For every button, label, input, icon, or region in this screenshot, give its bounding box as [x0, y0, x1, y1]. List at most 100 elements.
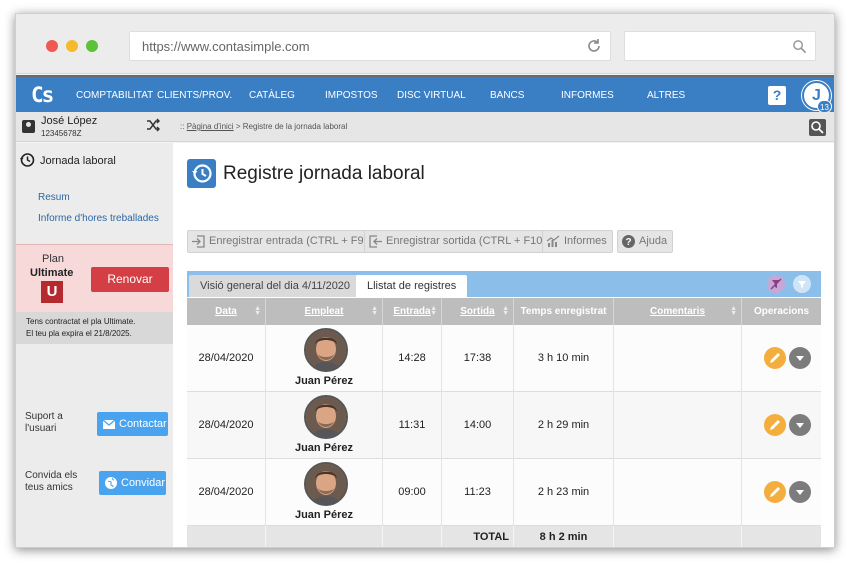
contact-button[interactable]: Contactar: [97, 412, 168, 436]
sidebar-link-resum[interactable]: Resum: [38, 192, 70, 203]
column-label: Empleat: [304, 306, 344, 317]
invite-label-line2: teus amics: [25, 482, 73, 493]
plan-label: Plan: [42, 253, 65, 265]
global-search-button[interactable]: [809, 119, 826, 136]
nav-item-impostos[interactable]: IMPOSTOS: [325, 90, 378, 101]
cell-employee[interactable]: Juan Pérez: [266, 325, 383, 392]
column-header-date[interactable]: Data ▲ ▼: [187, 298, 266, 325]
breadcrumb: :: Pàgina d'inici > Registre de la jorna…: [180, 122, 347, 131]
filter-icon[interactable]: [793, 275, 811, 293]
nav-item-disc-virtual[interactable]: DISC VIRTUAL: [397, 90, 466, 101]
sort-arrows-icon: ▲ ▼: [502, 305, 509, 317]
clock-in-button[interactable]: Enregistrar entrada (CTRL + F9): [187, 230, 374, 253]
cell-entrada-text: 11:31: [398, 419, 426, 431]
column-header-comments[interactable]: Comentaris ▲ ▼: [614, 298, 742, 325]
total-empty-cell: [266, 526, 383, 547]
user-name: José López: [41, 115, 98, 127]
breadcrumb-home-link[interactable]: Pàgina d'inici: [187, 122, 234, 131]
cell-sortida: 17:38: [442, 325, 514, 392]
renew-button[interactable]: Renovar: [91, 267, 169, 292]
minimize-window-button[interactable]: [66, 40, 78, 52]
total-empty-cell: [383, 526, 442, 547]
clear-filter-icon[interactable]: [767, 275, 785, 293]
more-options-icon[interactable]: [789, 481, 811, 503]
employee-name: Juan Pérez: [294, 442, 354, 454]
cell-entrada-text: 09:00: [398, 486, 426, 498]
records-table: Data ▲ ▼ Empleat ▲ ▼ Entrada ▲ ▼ Sortida ▲ ▼ Tem…: [187, 298, 821, 547]
more-options-icon[interactable]: [789, 414, 811, 436]
tab-records-list[interactable]: Llistat de registres: [356, 275, 468, 297]
cell-date: 28/04/2020: [187, 325, 266, 392]
employee-avatar: [304, 395, 348, 439]
cell-date: 28/04/2020: [187, 392, 266, 459]
cell-date-text: 28/04/2020: [198, 419, 254, 431]
support-label-line2: l'usuari: [25, 423, 57, 434]
cell-sortida: 14:00: [442, 392, 514, 459]
column-header-employee[interactable]: Empleat ▲ ▼: [266, 298, 383, 325]
cell-operations: [742, 392, 821, 459]
nav-item-altres[interactable]: ALTRES: [647, 90, 685, 101]
reload-icon[interactable]: [586, 38, 602, 54]
table-row: 28/04/2020 Juan Pérez 11:31 14:00 2 h 29…: [187, 392, 821, 459]
clock-out-button[interactable]: Enregistrar sortida (CTRL + F10): [364, 230, 553, 253]
browser-window: https://www.contasimple.com Cs COMPTABIL…: [15, 13, 835, 548]
edit-pencil-icon[interactable]: [764, 481, 786, 503]
plan-name: Ultimate: [30, 267, 74, 279]
breadcrumb-separator: >: [235, 122, 241, 131]
employee-avatar: [304, 462, 348, 506]
cell-employee[interactable]: Juan Pérez: [266, 392, 383, 459]
total-empty-cell: [614, 526, 742, 547]
column-header-entrada[interactable]: Entrada ▲ ▼: [383, 298, 442, 325]
help-guide-button[interactable]: ? Ajuda: [617, 230, 674, 253]
app-logo[interactable]: Cs: [31, 83, 54, 107]
cell-entrada: 09:00: [383, 459, 442, 526]
sidebar: Jornada laboral Resum Informe d'hores tr…: [16, 143, 173, 547]
nav-item-cataleg[interactable]: CATÀLEG: [249, 90, 295, 101]
reports-button[interactable]: Informes: [542, 230, 613, 253]
edit-pencil-icon[interactable]: [764, 347, 786, 369]
sort-arrows-icon: ▲ ▼: [254, 305, 261, 317]
column-label: Sortida: [460, 306, 495, 317]
invite-button[interactable]: Convidar: [99, 471, 166, 495]
cell-employee[interactable]: Juan Pérez: [266, 459, 383, 526]
tab-day-overview[interactable]: Visió general del dia 4/11/2020: [189, 275, 362, 297]
cell-comments: [614, 325, 742, 392]
more-options-icon[interactable]: [789, 347, 811, 369]
reports-label: Informes: [564, 235, 607, 247]
nav-item-clients[interactable]: CLIENTS/PROV.: [157, 90, 232, 101]
support-label: Suport a l'usuari: [25, 411, 85, 435]
help-guide-label: Ajuda: [639, 235, 668, 247]
context-bar: José López 12345678Z :: Pàgina d'inici >…: [16, 112, 834, 142]
cell-time: 2 h 23 min: [514, 459, 614, 526]
cell-operations: [742, 459, 821, 526]
support-label-line1: Suport a: [25, 411, 63, 422]
cell-comments: [614, 392, 742, 459]
nav-item-comptabilitat[interactable]: COMPTABILITAT: [76, 90, 153, 101]
switch-account-icon[interactable]: [146, 118, 160, 132]
sort-arrows-icon: ▲ ▼: [430, 305, 437, 317]
edit-pencil-icon[interactable]: [764, 414, 786, 436]
table-row: 28/04/2020 Juan Pérez 14:28 17:38 3 h 10…: [187, 325, 821, 392]
sign-out-icon: [369, 235, 382, 248]
globe-icon: [105, 477, 117, 489]
close-window-button[interactable]: [46, 40, 58, 52]
total-value-cell: 8 h 2 min: [514, 526, 614, 547]
sidebar-link-hours-report[interactable]: Informe d'hores treballades: [38, 213, 159, 224]
maximize-window-button[interactable]: [86, 40, 98, 52]
user-tax-id: 12345678Z: [41, 129, 82, 138]
cell-comments: [614, 459, 742, 526]
browser-search-field[interactable]: [624, 31, 816, 61]
cell-time-text: 2 h 23 min: [537, 486, 590, 498]
clock-history-icon: [187, 159, 216, 188]
cell-sortida-text: 17:38: [463, 352, 492, 364]
clock-in-label: Enregistrar entrada (CTRL + F9): [209, 235, 368, 247]
total-label: TOTAL: [473, 531, 509, 543]
help-button[interactable]: ?: [768, 86, 786, 105]
cell-sortida: 11:23: [442, 459, 514, 526]
history-clock-icon: [20, 153, 35, 167]
address-bar[interactable]: https://www.contasimple.com: [129, 31, 611, 61]
column-header-sortida[interactable]: Sortida ▲ ▼: [442, 298, 514, 325]
nav-item-bancs[interactable]: BANCS: [490, 90, 524, 101]
sign-in-icon: [192, 235, 205, 248]
nav-item-informes[interactable]: INFORMES: [561, 90, 614, 101]
